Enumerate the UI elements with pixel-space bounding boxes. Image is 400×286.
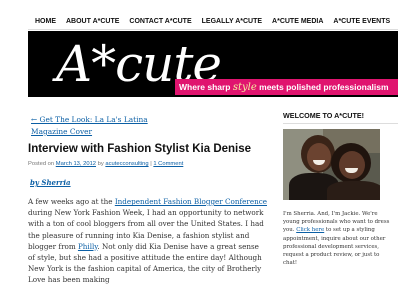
click-here-link[interactable]: Click here: [296, 227, 324, 233]
tagline-after: meets polished professionalism: [256, 82, 389, 92]
meta-separator: |: [150, 161, 152, 167]
site-banner[interactable]: A*cute Where sharp style meets polished …: [28, 31, 398, 97]
nav-media-link[interactable]: A*CUTE MEDIA: [272, 18, 323, 25]
site-tagline: Where sharp style meets polished profess…: [175, 79, 398, 95]
post-meta: Posted on March 13, 2012 by acutecconsul…: [28, 161, 268, 167]
nav-divider: [28, 29, 398, 30]
nav-contact-link[interactable]: CONTACT A*CUTE: [129, 18, 191, 25]
nav-about-link[interactable]: ABOUT A*CUTE: [66, 18, 119, 25]
nav-legally-link[interactable]: LEGALLY A*CUTE: [202, 18, 262, 25]
body-part-1: A few weeks ago at the: [28, 197, 115, 206]
meta-author-link[interactable]: acutecconsulting: [105, 161, 148, 167]
previous-post-link[interactable]: ← Get The Look: La La's Latina Magazine …: [31, 114, 171, 138]
top-nav: HOME ABOUT A*CUTE CONTACT A*CUTE LEGALLY…: [28, 13, 398, 29]
ifb-conference-link[interactable]: Independent Fashion Blogger Conference: [115, 197, 267, 206]
nav-home-link[interactable]: HOME: [35, 18, 56, 25]
tagline-before: Where sharp: [179, 82, 233, 92]
post-byline-link[interactable]: by Sherria: [30, 178, 71, 187]
meta-comments-link[interactable]: 1 Comment: [153, 161, 183, 167]
sidebar-welcome-text: I'm Sherria. And, I'm Jackie. We're youn…: [283, 210, 395, 267]
meta-date-link[interactable]: March 13, 2012: [56, 161, 96, 167]
nav-events-link[interactable]: A*CUTE EVENTS: [333, 18, 390, 25]
post-title[interactable]: Interview with Fashion Stylist Kia Denis…: [28, 143, 268, 155]
post-body: A few weeks ago at the Independent Fashi…: [28, 196, 268, 286]
founders-photo: [283, 129, 380, 200]
meta-posted-on: Posted on: [28, 161, 55, 167]
meta-by: by: [97, 161, 104, 167]
tagline-style-word: style: [232, 82, 257, 93]
philly-link[interactable]: Philly: [78, 242, 97, 251]
sidebar-heading: WELCOME TO A*CUTE!: [283, 111, 398, 124]
